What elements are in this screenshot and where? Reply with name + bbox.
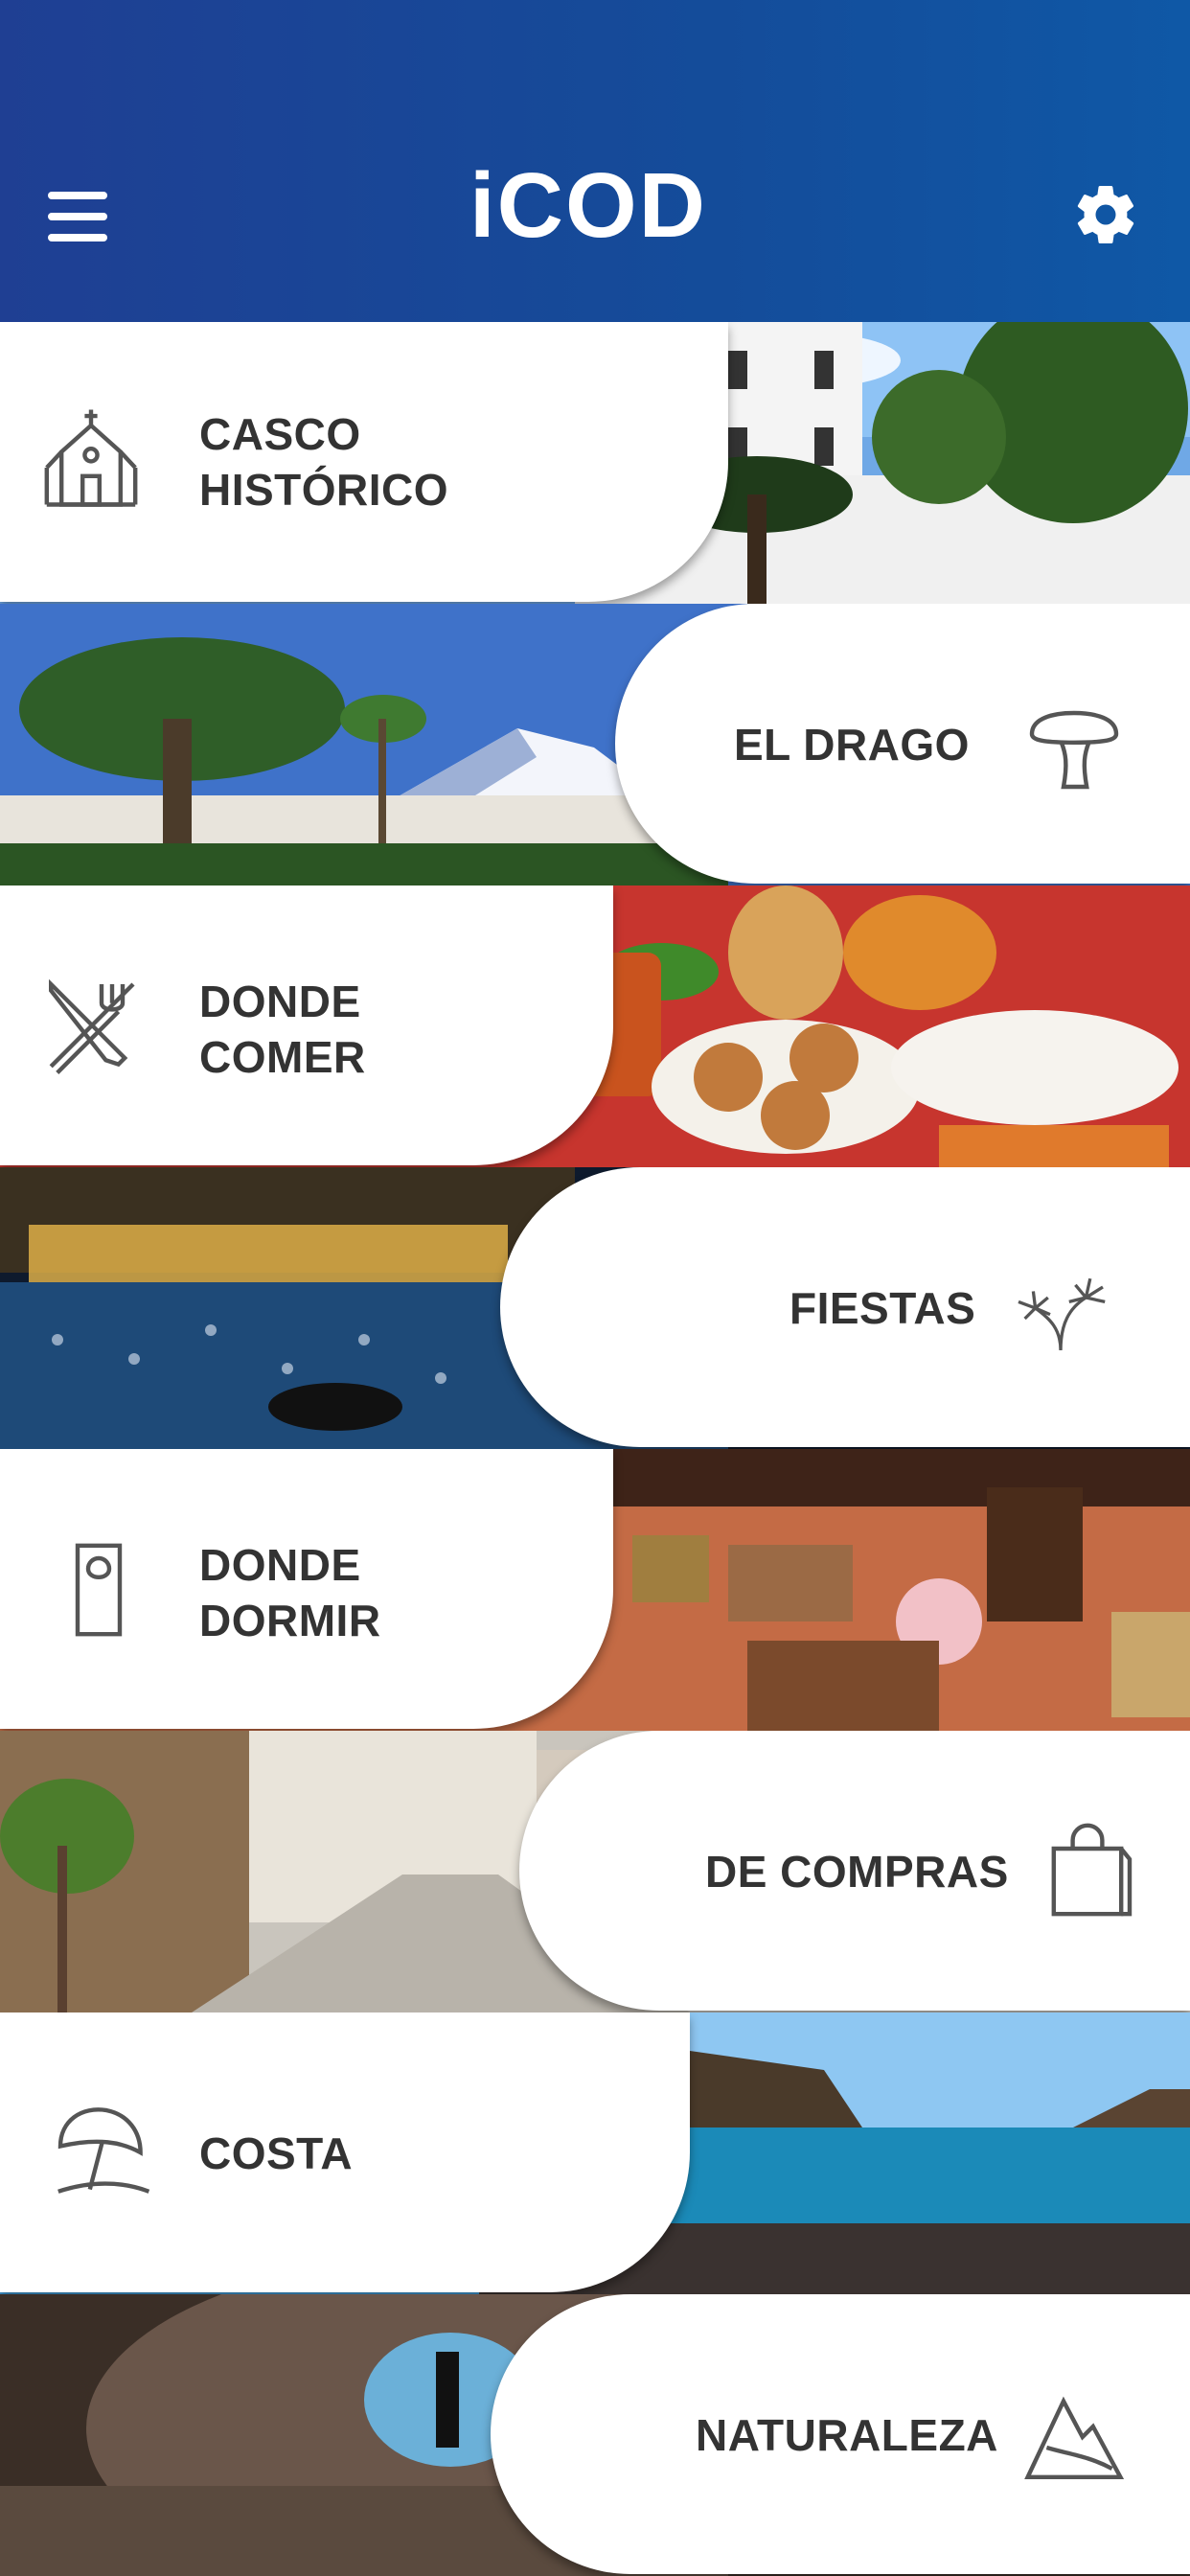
menu-item-el-drago[interactable]: EL DRAGO bbox=[0, 604, 1190, 886]
menu-label: FIESTAS bbox=[790, 1283, 976, 1333]
menu-label: COSTA bbox=[199, 2128, 354, 2178]
logo-text: iCOD bbox=[469, 154, 707, 257]
app-logo: iCOD bbox=[469, 153, 728, 259]
hamburger-menu-icon[interactable] bbox=[48, 192, 107, 242]
fireworks-icon bbox=[1008, 1255, 1113, 1361]
menu-item-donde-comer[interactable]: DONDE COMER bbox=[0, 886, 1190, 1167]
menu-label: DE COMPRAS bbox=[705, 1847, 1009, 1897]
menu-label: DONDE COMER bbox=[199, 977, 366, 1082]
church-icon bbox=[38, 404, 144, 510]
menu-label: CASCO HISTÓRICO bbox=[199, 409, 449, 515]
door-hanger-icon bbox=[46, 1537, 151, 1643]
menu-item-casco-historico[interactable]: CASCO HISTÓRICO bbox=[0, 322, 1190, 604]
mountain-icon bbox=[1021, 2384, 1127, 2490]
menu-item-donde-dormir[interactable]: DONDE DORMIR bbox=[0, 1449, 1190, 1731]
fork-knife-icon bbox=[38, 974, 144, 1079]
menu-item-fiestas[interactable]: FIESTAS bbox=[0, 1167, 1190, 1449]
menu-item-naturaleza[interactable]: NATURALEZA bbox=[0, 2294, 1190, 2576]
beach-umbrella-icon bbox=[50, 2099, 155, 2204]
app-header: iCOD bbox=[0, 0, 1190, 322]
menu-label: NATURALEZA bbox=[696, 2410, 998, 2460]
menu-label: EL DRAGO bbox=[734, 720, 970, 770]
shopping-bag-icon bbox=[1035, 1817, 1140, 1922]
dragon-tree-icon bbox=[1021, 692, 1127, 797]
menu-label: DONDE DORMIR bbox=[199, 1540, 381, 1645]
menu-item-costa[interactable]: COSTA bbox=[0, 2012, 1190, 2294]
gear-icon[interactable] bbox=[1071, 180, 1140, 249]
menu-item-de-compras[interactable]: DE COMPRAS bbox=[0, 1731, 1190, 2012]
